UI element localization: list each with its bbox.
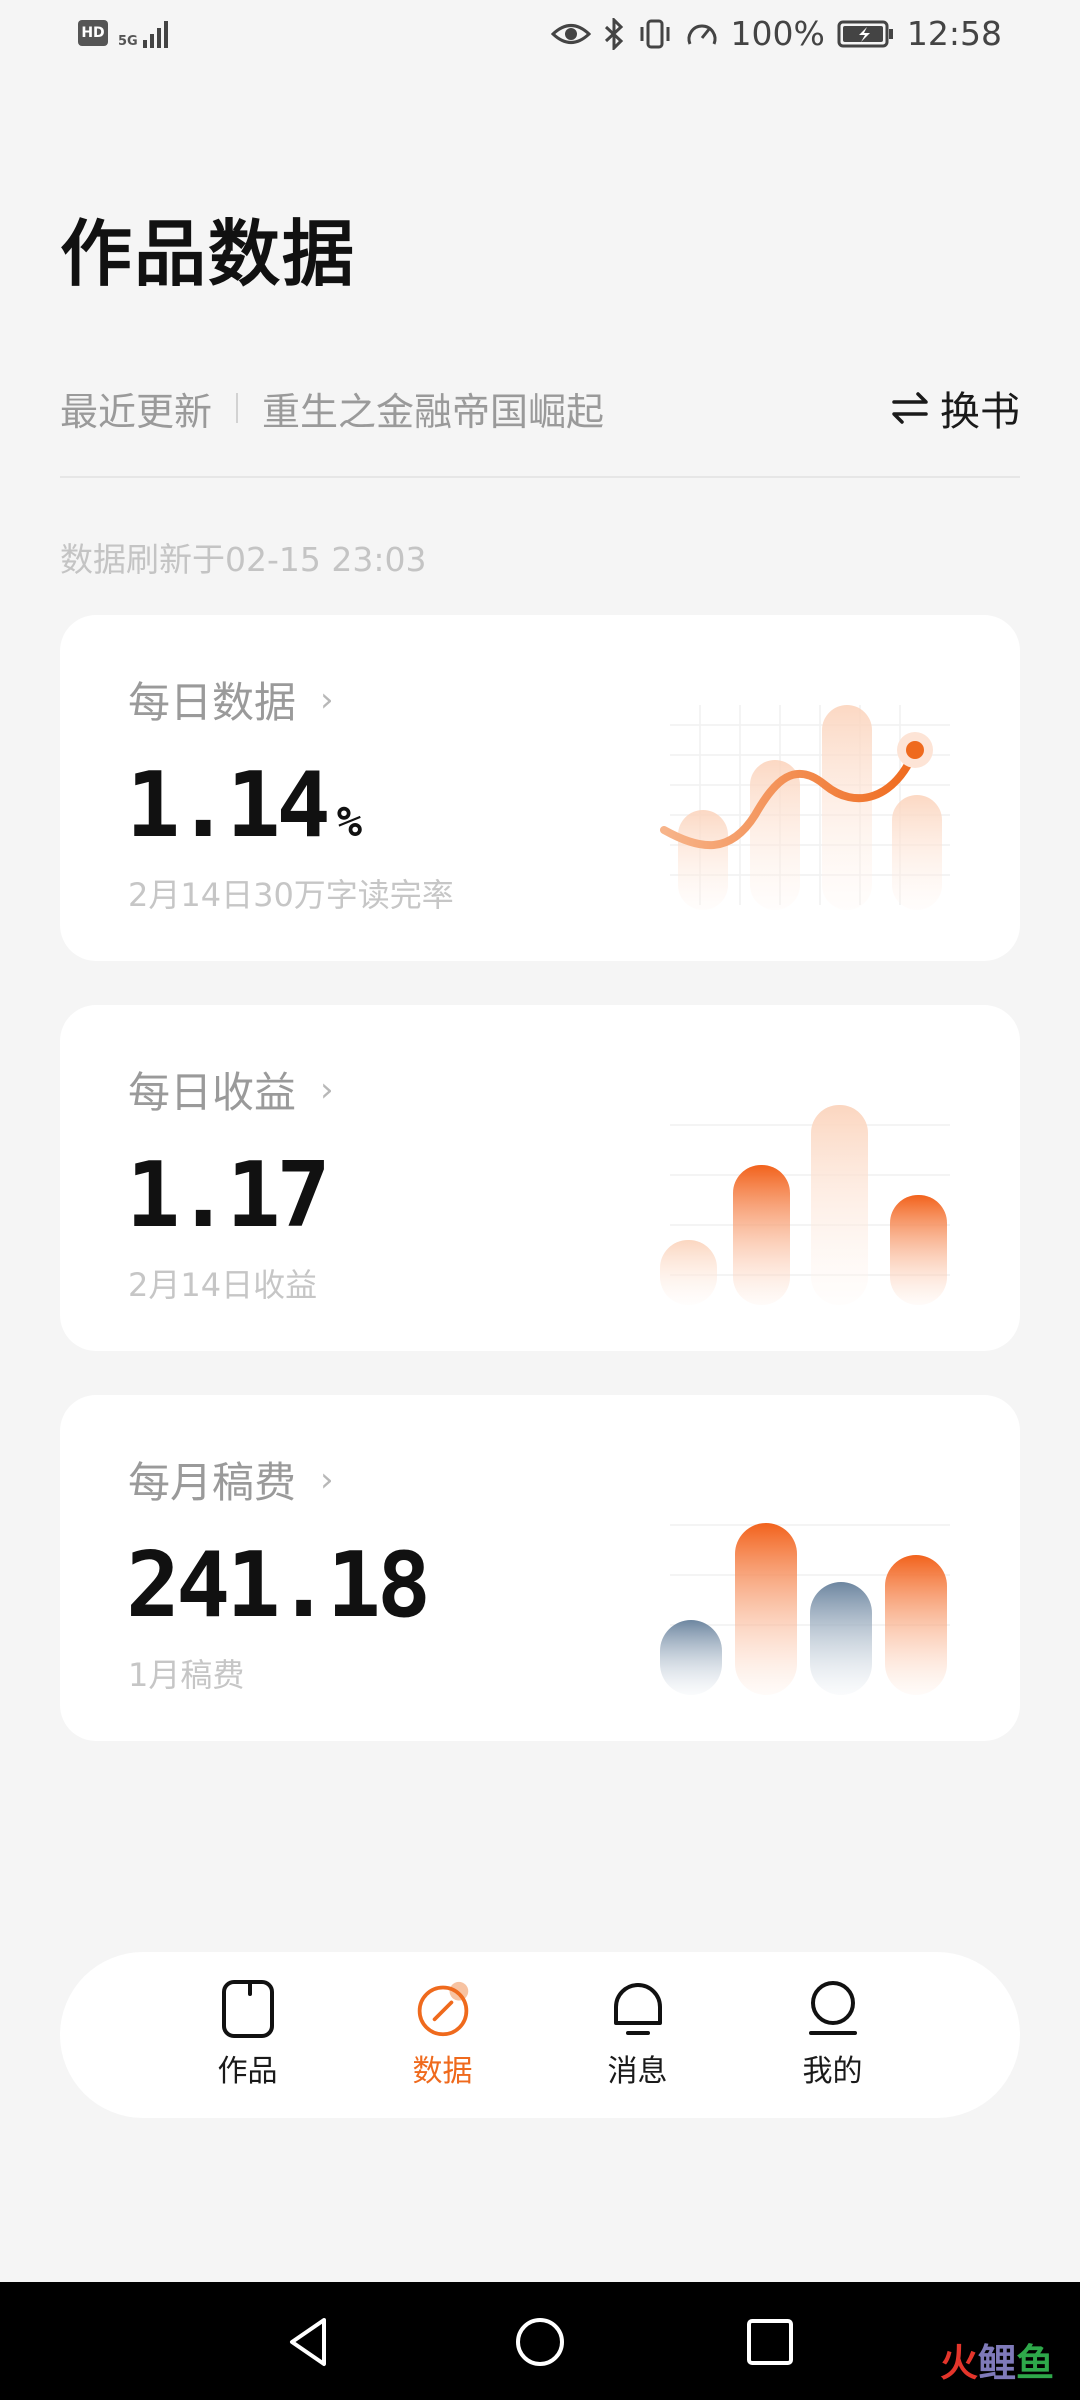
status-bar: HD 5G 100% 12:58 bbox=[0, 0, 1080, 72]
nav-item-data[interactable]: 数据 bbox=[388, 1980, 498, 2090]
switch-book-button[interactable]: 换书 bbox=[890, 378, 1020, 438]
nav-item-messages[interactable]: 消息 bbox=[583, 1980, 693, 2090]
back-icon[interactable] bbox=[280, 2312, 340, 2372]
card-title-row: 每月稿费 › bbox=[128, 1449, 334, 1510]
daily-earnings-card[interactable]: 每日收益 › 1.17 2月14日收益 bbox=[60, 1005, 1020, 1351]
speed-icon bbox=[687, 24, 717, 45]
card-title: 每日数据 bbox=[128, 678, 297, 727]
signal-icon bbox=[142, 21, 168, 48]
data-icon bbox=[414, 1980, 472, 2038]
nav-label: 作品 bbox=[217, 2054, 278, 2089]
card-value: 1.17 bbox=[126, 1143, 331, 1248]
profile-icon bbox=[804, 1980, 862, 2038]
network-label: 5G bbox=[118, 34, 138, 49]
card-title: 每日收益 bbox=[128, 1068, 297, 1117]
chevron-right-icon: › bbox=[320, 1069, 334, 1110]
refresh-timestamp: 数据刷新于02-15 23:03 bbox=[60, 540, 427, 579]
card-title: 每月稿费 bbox=[128, 1458, 297, 1507]
book-icon bbox=[219, 1980, 277, 2038]
recents-icon[interactable] bbox=[740, 2312, 800, 2372]
battery-icon bbox=[837, 20, 893, 47]
page-title: 作品数据 bbox=[60, 211, 357, 296]
switch-book-label: 换书 bbox=[940, 389, 1020, 435]
bar-illustration bbox=[660, 1105, 950, 1305]
recent-separator bbox=[236, 393, 239, 423]
card-value: 241.18 bbox=[126, 1533, 431, 1638]
trend-line-illustration bbox=[660, 705, 950, 910]
nav-item-works[interactable]: 作品 bbox=[193, 1980, 303, 2090]
card-subtitle: 2月14日30万字读完率 bbox=[128, 876, 454, 914]
watermark-logo: 火鲤鱼 bbox=[939, 2341, 1054, 2385]
hd-badge: HD bbox=[78, 20, 108, 46]
nav-item-profile[interactable]: 我的 bbox=[778, 1980, 888, 2090]
value-number: 1.14 bbox=[126, 753, 331, 858]
bluetooth-icon bbox=[604, 17, 623, 50]
battery-percent: 100% bbox=[730, 14, 825, 53]
home-icon[interactable] bbox=[510, 2312, 570, 2372]
value-number: 1.17 bbox=[126, 1143, 331, 1248]
bottom-navigation: 作品 数据 消息 我的 bbox=[60, 1952, 1020, 2118]
vibrate-icon bbox=[640, 19, 670, 48]
eye-icon bbox=[550, 23, 591, 44]
value-number: 241.18 bbox=[126, 1533, 431, 1638]
monthly-payment-card[interactable]: 每月稿费 › 241.18 1月稿费 bbox=[60, 1395, 1020, 1741]
nav-label: 我的 bbox=[802, 2054, 863, 2089]
chevron-right-icon: › bbox=[320, 679, 334, 720]
value-unit: % bbox=[336, 797, 363, 846]
message-icon bbox=[609, 1980, 667, 2038]
signal-group: 5G bbox=[118, 18, 173, 48]
nav-label: 消息 bbox=[607, 2054, 668, 2089]
chevron-right-icon: › bbox=[320, 1459, 334, 1500]
swap-icon bbox=[892, 392, 928, 424]
current-book-name: 重生之金融帝国崛起 bbox=[262, 389, 605, 434]
recent-update-row: 最近更新 重生之金融帝国崛起 换书 bbox=[60, 378, 1020, 438]
header-divider bbox=[60, 476, 1020, 478]
daily-data-card[interactable]: 每日数据 › 1.14% 2月14日30万字读完率 bbox=[60, 615, 1020, 961]
system-navigation-bar: 火鲤鱼 bbox=[0, 2282, 1080, 2400]
bar-illustration bbox=[660, 1523, 950, 1695]
status-left: HD 5G bbox=[78, 18, 173, 48]
nav-label: 数据 bbox=[412, 2054, 473, 2089]
card-subtitle: 1月稿费 bbox=[128, 1656, 245, 1694]
card-value: 1.14% bbox=[126, 753, 362, 858]
card-subtitle: 2月14日收益 bbox=[128, 1266, 318, 1304]
clock: 12:58 bbox=[906, 14, 1002, 53]
card-title-row: 每日收益 › bbox=[128, 1059, 334, 1120]
status-right: 100% 12:58 bbox=[550, 14, 1002, 53]
card-title-row: 每日数据 › bbox=[128, 669, 334, 730]
recent-update-label: 最近更新 bbox=[60, 389, 213, 434]
